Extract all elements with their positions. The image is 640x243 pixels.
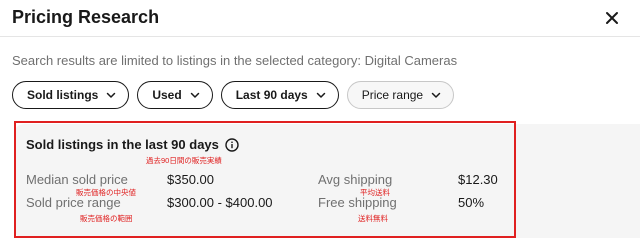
sold-price-range-value: $300.00 - $400.00 — [167, 195, 273, 210]
close-button[interactable] — [600, 6, 624, 30]
category-notice: Search results are limited to listings i… — [12, 53, 458, 68]
filter-condition[interactable]: Used — [137, 81, 213, 109]
range-annotation: 販売価格の範囲 — [80, 214, 133, 223]
avg-shipping-label: Avg shipping — [318, 172, 393, 187]
close-icon — [606, 12, 618, 24]
free-shipping-label: Free shipping — [318, 195, 397, 210]
free-shipping-value: 50% — [458, 195, 485, 210]
filter-date-range[interactable]: Last 90 days — [220, 81, 339, 109]
dialog-header: Pricing Research — [0, 0, 640, 36]
header-divider — [0, 36, 640, 37]
filter-sold-listings[interactable]: Sold listings — [12, 81, 130, 109]
median-sold-price-label: Median sold price — [26, 172, 128, 187]
sold-price-range-label: Sold price range — [26, 195, 121, 210]
filter-label: Used — [152, 88, 182, 102]
summary-title-text: Sold listings in the last 90 days — [26, 137, 219, 152]
filter-label: Last 90 days — [235, 88, 308, 102]
median-sold-price-value: $350.00 — [167, 172, 214, 187]
filter-bar: Sold listings Used Last 90 days Price ra… — [12, 81, 455, 109]
chevron-down-icon — [316, 92, 325, 98]
free-shipping-annotation: 送料無料 — [358, 214, 388, 223]
summary-title: Sold listings in the last 90 days — [26, 137, 239, 152]
summary-title-annotation: 過去90日間の販売実績 — [146, 156, 222, 165]
filter-label: Price range — [361, 88, 424, 102]
avg-shipping-value: $12.30 — [458, 172, 498, 187]
chevron-down-icon — [190, 92, 199, 98]
filter-price-range[interactable]: Price range — [346, 81, 455, 109]
chevron-down-icon — [431, 92, 441, 98]
chevron-down-icon — [107, 92, 116, 98]
dialog-title: Pricing Research — [12, 7, 160, 27]
info-icon[interactable] — [225, 137, 239, 152]
filter-label: Sold listings — [27, 88, 99, 102]
